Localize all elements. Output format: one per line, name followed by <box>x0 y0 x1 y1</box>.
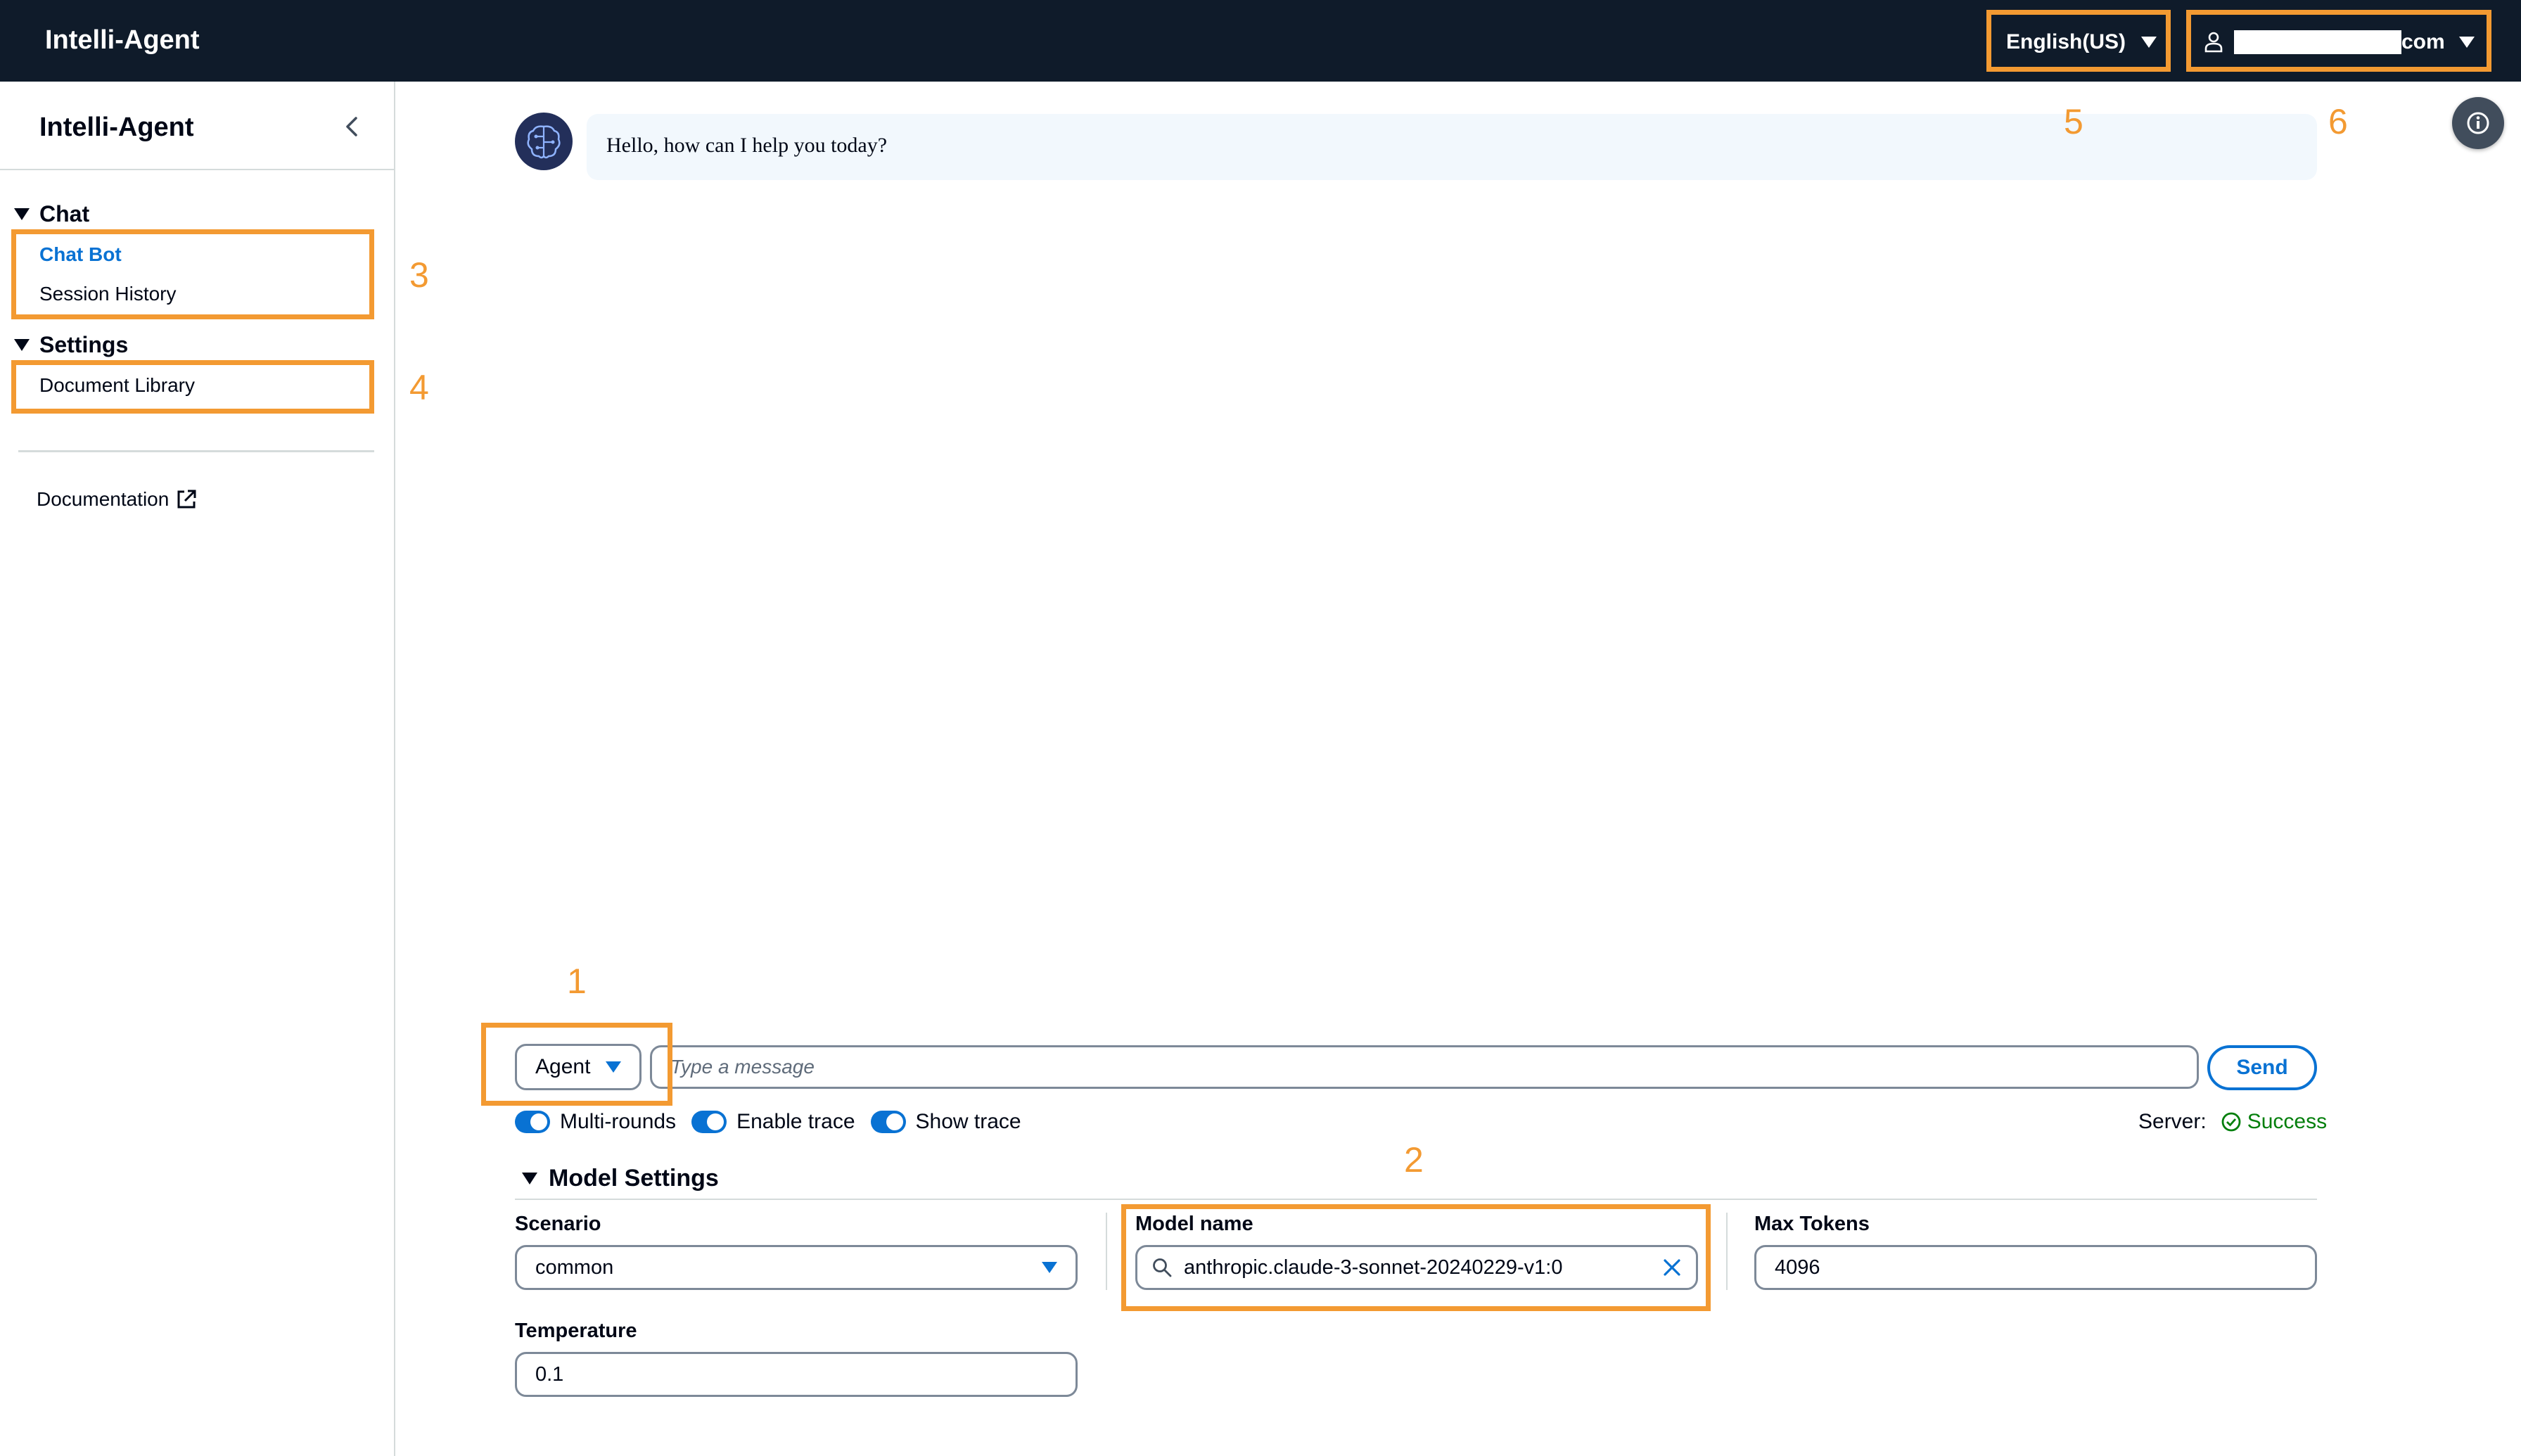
info-icon <box>2467 112 2489 134</box>
annotation-number-1: 1 <box>567 962 587 1001</box>
info-button[interactable] <box>2452 97 2504 149</box>
assistant-message: Hello, how can I help you today? <box>587 114 2317 180</box>
enable-trace-toggle[interactable] <box>691 1111 727 1133</box>
max-tokens-value: 4096 <box>1775 1256 1820 1279</box>
enable-trace-label: Enable trace <box>736 1110 855 1133</box>
external-link-icon <box>177 490 196 509</box>
max-tokens-label: Max Tokens <box>1754 1213 1870 1235</box>
temperature-value: 0.1 <box>535 1362 564 1386</box>
annotation-number-2: 2 <box>1404 1140 1424 1180</box>
show-trace-toggle[interactable] <box>870 1111 906 1133</box>
scenario-label: Scenario <box>515 1213 601 1235</box>
temperature-label: Temperature <box>515 1320 637 1342</box>
annotation-box-5 <box>1986 10 2171 72</box>
divider <box>515 1199 2317 1200</box>
server-status-text: Success <box>2247 1110 2328 1133</box>
server-status: Server: Success <box>2138 1110 2327 1134</box>
divider <box>18 450 374 452</box>
multi-rounds-label: Multi-rounds <box>560 1110 677 1133</box>
model-settings-header[interactable]: Model Settings <box>522 1165 719 1192</box>
message-input[interactable] <box>650 1045 2199 1089</box>
section-chat[interactable]: Chat <box>14 201 89 227</box>
scenario-value: common <box>535 1256 614 1279</box>
section-settings[interactable]: Settings <box>14 332 128 358</box>
documentation-label: Documentation <box>37 488 170 510</box>
temperature-input[interactable]: 0.1 <box>515 1352 1078 1397</box>
section-chat-label: Chat <box>39 201 90 226</box>
annotation-number-5: 5 <box>2064 102 2083 141</box>
multi-rounds-toggle[interactable] <box>515 1111 550 1133</box>
annotation-box-2 <box>1121 1204 1711 1311</box>
toggle-row: Multi-rounds Enable trace Show trace <box>515 1110 1037 1134</box>
send-button[interactable]: Send <box>2207 1045 2317 1090</box>
annotation-box-4 <box>11 360 374 414</box>
caret-down-icon <box>522 1173 537 1184</box>
annotation-box-1 <box>481 1023 672 1106</box>
bot-avatar <box>515 113 573 170</box>
documentation-link[interactable]: Documentation <box>37 488 197 511</box>
caret-down-icon <box>14 339 30 351</box>
annotation-number-4: 4 <box>409 368 429 407</box>
max-tokens-input[interactable]: 4096 <box>1754 1245 2317 1290</box>
annotation-box-3 <box>11 229 374 319</box>
annotation-number-6: 6 <box>2328 102 2348 141</box>
sidebar-title[interactable]: Intelli-Agent <box>39 113 194 143</box>
model-settings-title: Model Settings <box>549 1165 719 1192</box>
app-title[interactable]: Intelli-Agent <box>45 25 200 56</box>
caret-down-icon <box>14 208 30 220</box>
divider <box>0 169 394 170</box>
caret-down-icon <box>1042 1262 1057 1273</box>
check-circle-icon <box>2221 1112 2241 1132</box>
server-status-value: Success <box>2221 1110 2327 1134</box>
divider <box>1106 1213 1107 1290</box>
scenario-select[interactable]: common <box>515 1245 1078 1290</box>
section-settings-label: Settings <box>39 332 129 357</box>
show-trace-label: Show trace <box>915 1110 1021 1133</box>
divider <box>1726 1213 1728 1290</box>
collapse-sidebar-icon[interactable] <box>340 114 366 139</box>
annotation-number-3: 3 <box>409 255 429 295</box>
brain-icon <box>527 125 561 159</box>
server-label: Server: <box>2138 1110 2207 1133</box>
annotation-box-6 <box>2186 10 2491 72</box>
